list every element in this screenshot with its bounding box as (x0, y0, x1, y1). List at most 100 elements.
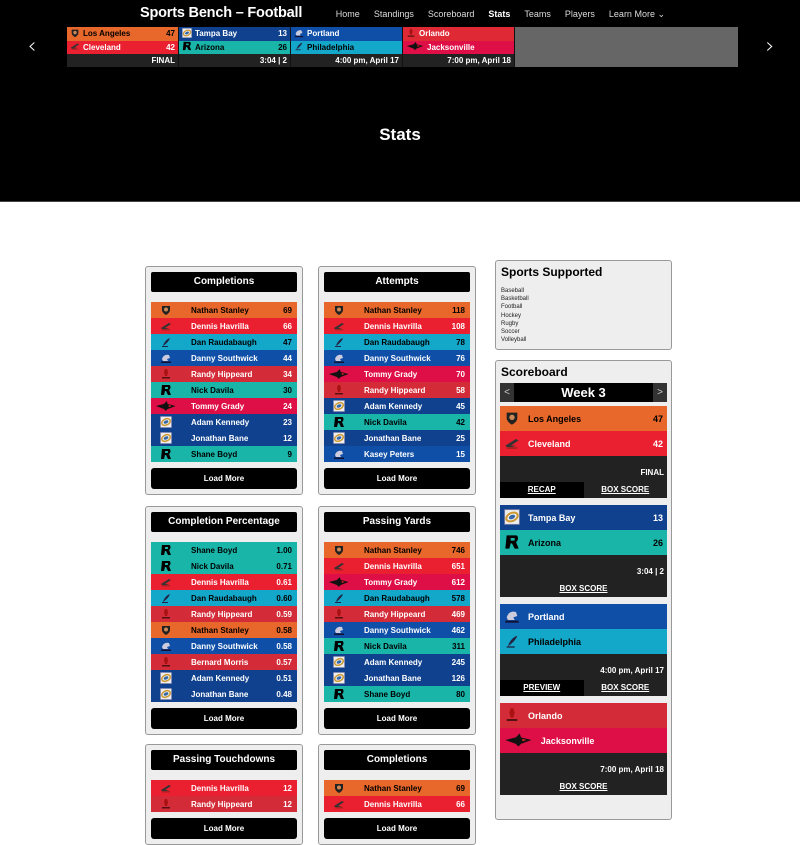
stat-row[interactable]: Adam Kennedy 245 (324, 654, 470, 670)
stat-row[interactable]: Nathan Stanley 69 (324, 780, 470, 796)
load-more-button[interactable]: Load More (151, 708, 297, 729)
stat-row[interactable]: Dan Raudabaugh 47 (151, 334, 297, 350)
stat-row[interactable]: Shane Boyd 80 (324, 686, 470, 702)
load-more-button[interactable]: Load More (324, 468, 470, 489)
week-prev-button[interactable]: < (500, 383, 514, 402)
sport-item[interactable]: Baseball (501, 287, 666, 295)
stat-row[interactable]: Danny Southwick 0.58 (151, 638, 297, 654)
stat-row[interactable]: Randy Hippeard 34 (151, 366, 297, 382)
scoreboard-team-row[interactable]: Jacksonville (500, 728, 667, 753)
load-more-button[interactable]: Load More (151, 468, 297, 489)
player-name[interactable]: Shane Boyd (181, 450, 265, 459)
player-name[interactable]: Danny Southwick (354, 354, 438, 363)
stat-row[interactable]: Jonathan Bane 25 (324, 430, 470, 446)
sport-item[interactable]: Soccer (501, 328, 666, 336)
stat-row[interactable]: Randy Hippeard 0.59 (151, 606, 297, 622)
stat-row[interactable]: Shane Boyd 1.00 (151, 542, 297, 558)
player-name[interactable]: Randy Hippeard (181, 800, 265, 809)
player-name[interactable]: Nathan Stanley (354, 784, 438, 793)
player-name[interactable]: Dennis Havrilla (181, 578, 265, 587)
player-name[interactable]: Shane Boyd (181, 546, 265, 555)
stat-row[interactable]: Danny Southwick 44 (151, 350, 297, 366)
player-name[interactable]: Randy Hippeard (181, 610, 265, 619)
stat-row[interactable]: Adam Kennedy 0.51 (151, 670, 297, 686)
player-name[interactable]: Kasey Peters (354, 450, 438, 459)
box-score-link[interactable]: BOX SCORE (500, 779, 667, 795)
player-name[interactable]: Adam Kennedy (181, 418, 265, 427)
stat-row[interactable]: Kasey Peters 15 (324, 446, 470, 462)
load-more-button[interactable]: Load More (324, 818, 470, 839)
player-name[interactable]: Dennis Havrilla (354, 800, 438, 809)
player-name[interactable]: Dennis Havrilla (354, 562, 438, 571)
player-name[interactable]: Jonathan Bane (181, 434, 265, 443)
sport-item[interactable]: Basketball (501, 295, 666, 303)
player-name[interactable]: Nathan Stanley (354, 546, 438, 555)
player-name[interactable]: Tommy Grady (181, 402, 265, 411)
nav-item-learn-more[interactable]: Learn More ⌄ (609, 9, 665, 20)
nav-item-scoreboard[interactable]: Scoreboard (428, 9, 475, 20)
player-name[interactable]: Tommy Grady (354, 578, 438, 587)
player-name[interactable]: Dennis Havrilla (181, 322, 265, 331)
stat-row[interactable]: Nathan Stanley 746 (324, 542, 470, 558)
stat-row[interactable]: Shane Boyd 9 (151, 446, 297, 462)
stat-row[interactable]: Adam Kennedy 23 (151, 414, 297, 430)
player-name[interactable]: Nathan Stanley (354, 306, 438, 315)
box-score-link[interactable]: BOX SCORE (584, 680, 668, 696)
stat-row[interactable]: Dennis Havrilla 0.61 (151, 574, 297, 590)
stat-row[interactable]: Adam Kennedy 45 (324, 398, 470, 414)
sport-item[interactable]: Football (501, 303, 666, 311)
player-name[interactable]: Tommy Grady (354, 370, 438, 379)
box-score-link[interactable]: BOX SCORE (500, 581, 667, 597)
ticker-game[interactable]: Orlando Jacksonville 7:00 pm, April 18 (403, 27, 515, 67)
player-name[interactable]: Bernard Morris (181, 658, 265, 667)
player-name[interactable]: Danny Southwick (354, 626, 438, 635)
scoreboard-team-row[interactable]: Portland (500, 604, 667, 629)
scoreboard-team-row[interactable]: Philadelphia (500, 629, 667, 654)
week-next-button[interactable]: > (653, 383, 667, 402)
stat-row[interactable]: Nathan Stanley 69 (151, 302, 297, 318)
player-name[interactable]: Shane Boyd (354, 690, 438, 699)
nav-item-stats[interactable]: Stats (488, 9, 510, 20)
player-name[interactable]: Nick Davila (354, 418, 438, 427)
stat-row[interactable]: Dan Raudabaugh 0.60 (151, 590, 297, 606)
stat-row[interactable]: Nick Davila 0.71 (151, 558, 297, 574)
player-name[interactable]: Randy Hippeard (354, 386, 438, 395)
player-name[interactable]: Randy Hippeard (181, 370, 265, 379)
stat-row[interactable]: Tommy Grady 70 (324, 366, 470, 382)
sport-item[interactable]: Volleyball (501, 336, 666, 344)
player-name[interactable]: Nathan Stanley (181, 306, 265, 315)
stat-row[interactable]: Tommy Grady 612 (324, 574, 470, 590)
stat-row[interactable]: Dan Raudabaugh 78 (324, 334, 470, 350)
player-name[interactable]: Dan Raudabaugh (354, 594, 438, 603)
player-name[interactable]: Jonathan Bane (354, 674, 438, 683)
scoreboard-team-row[interactable]: Cleveland 42 (500, 431, 667, 456)
stat-row[interactable]: Dennis Havrilla 66 (324, 796, 470, 812)
ticker-game[interactable]: Portland Philadelphia 4:00 pm, April 17 (291, 27, 403, 67)
load-more-button[interactable]: Load More (324, 708, 470, 729)
ticker-prev-arrow-icon[interactable]: ‹ (22, 34, 42, 60)
player-name[interactable]: Nathan Stanley (181, 626, 265, 635)
recap-link[interactable]: RECAP (500, 482, 584, 498)
scoreboard-team-row[interactable]: Los Angeles 47 (500, 406, 667, 431)
stat-row[interactable]: Danny Southwick 76 (324, 350, 470, 366)
stat-row[interactable]: Randy Hippeard 58 (324, 382, 470, 398)
stat-row[interactable]: Jonathan Bane 12 (151, 430, 297, 446)
stat-row[interactable]: Dennis Havrilla 66 (151, 318, 297, 334)
stat-row[interactable]: Randy Hippeard 12 (151, 796, 297, 812)
stat-row[interactable]: Randy Hippeard 469 (324, 606, 470, 622)
player-name[interactable]: Dan Raudabaugh (181, 594, 265, 603)
preview-link[interactable]: PREVIEW (500, 680, 584, 696)
stat-row[interactable]: Nick Davila 30 (151, 382, 297, 398)
sport-item[interactable]: Rugby (501, 320, 666, 328)
scoreboard-team-row[interactable]: Tampa Bay 13 (500, 505, 667, 530)
player-name[interactable]: Nick Davila (354, 642, 438, 651)
box-score-link[interactable]: BOX SCORE (584, 482, 668, 498)
stat-row[interactable]: Dennis Havrilla 12 (151, 780, 297, 796)
player-name[interactable]: Nick Davila (181, 562, 265, 571)
player-name[interactable]: Dan Raudabaugh (354, 338, 438, 347)
stat-row[interactable]: Bernard Morris 0.57 (151, 654, 297, 670)
player-name[interactable]: Danny Southwick (181, 354, 265, 363)
stat-row[interactable]: Nathan Stanley 118 (324, 302, 470, 318)
nav-item-standings[interactable]: Standings (374, 9, 414, 20)
stat-row[interactable]: Dennis Havrilla 651 (324, 558, 470, 574)
